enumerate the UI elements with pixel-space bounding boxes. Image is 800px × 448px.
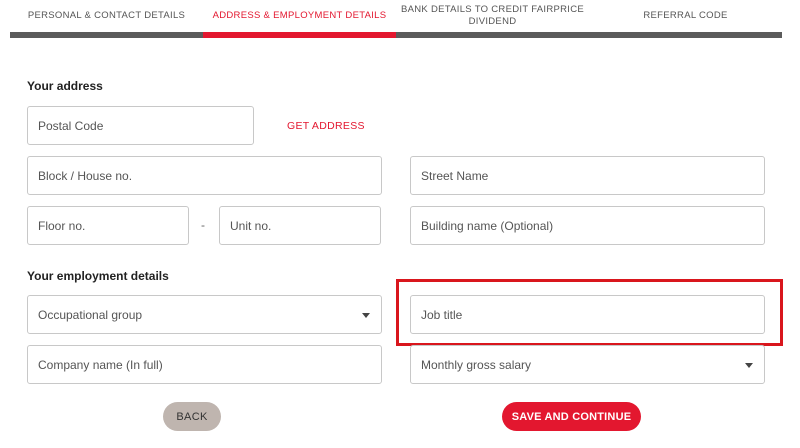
unit-field[interactable]: Unit no. (219, 206, 381, 245)
postal-code-field[interactable]: Postal Code (27, 106, 254, 145)
floor-unit-separator: - (201, 218, 205, 232)
tab-personal-contact-details[interactable]: PERSONAL & CONTACT DETAILS (10, 0, 203, 32)
company-name-field[interactable]: Company name (In full) (27, 345, 382, 384)
back-button[interactable]: BACK (163, 402, 221, 431)
step-tabs: PERSONAL & CONTACT DETAILS ADDRESS & EMP… (10, 0, 782, 38)
floor-field[interactable]: Floor no. (27, 206, 189, 245)
occupational-group-label: Occupational group (38, 307, 143, 322)
get-address-link[interactable]: GET ADDRESS (287, 120, 365, 132)
monthly-salary-label: Monthly gross salary (421, 357, 532, 372)
address-section-title: Your address (27, 79, 103, 93)
chevron-down-icon (362, 313, 370, 318)
tab-progress-active-segment (203, 32, 396, 38)
tab-referral-code[interactable]: REFERRAL CODE (589, 0, 782, 32)
monthly-salary-select[interactable]: Monthly gross salary (410, 345, 765, 384)
save-and-continue-button[interactable]: SAVE AND CONTINUE (502, 402, 641, 431)
employment-section-title: Your employment details (27, 269, 169, 283)
building-name-field[interactable]: Building name (Optional) (410, 206, 765, 245)
job-title-field[interactable]: Job title (410, 295, 765, 334)
tab-bank-details[interactable]: BANK DETAILS TO CREDIT FAIRPRICE DIVIDEN… (396, 0, 589, 32)
street-name-field[interactable]: Street Name (410, 156, 765, 195)
tab-progress-bar (10, 32, 782, 38)
occupational-group-select[interactable]: Occupational group (27, 295, 382, 334)
chevron-down-icon (745, 363, 753, 368)
tab-address-employment-details[interactable]: ADDRESS & EMPLOYMENT DETAILS (203, 0, 396, 32)
block-house-field[interactable]: Block / House no. (27, 156, 382, 195)
